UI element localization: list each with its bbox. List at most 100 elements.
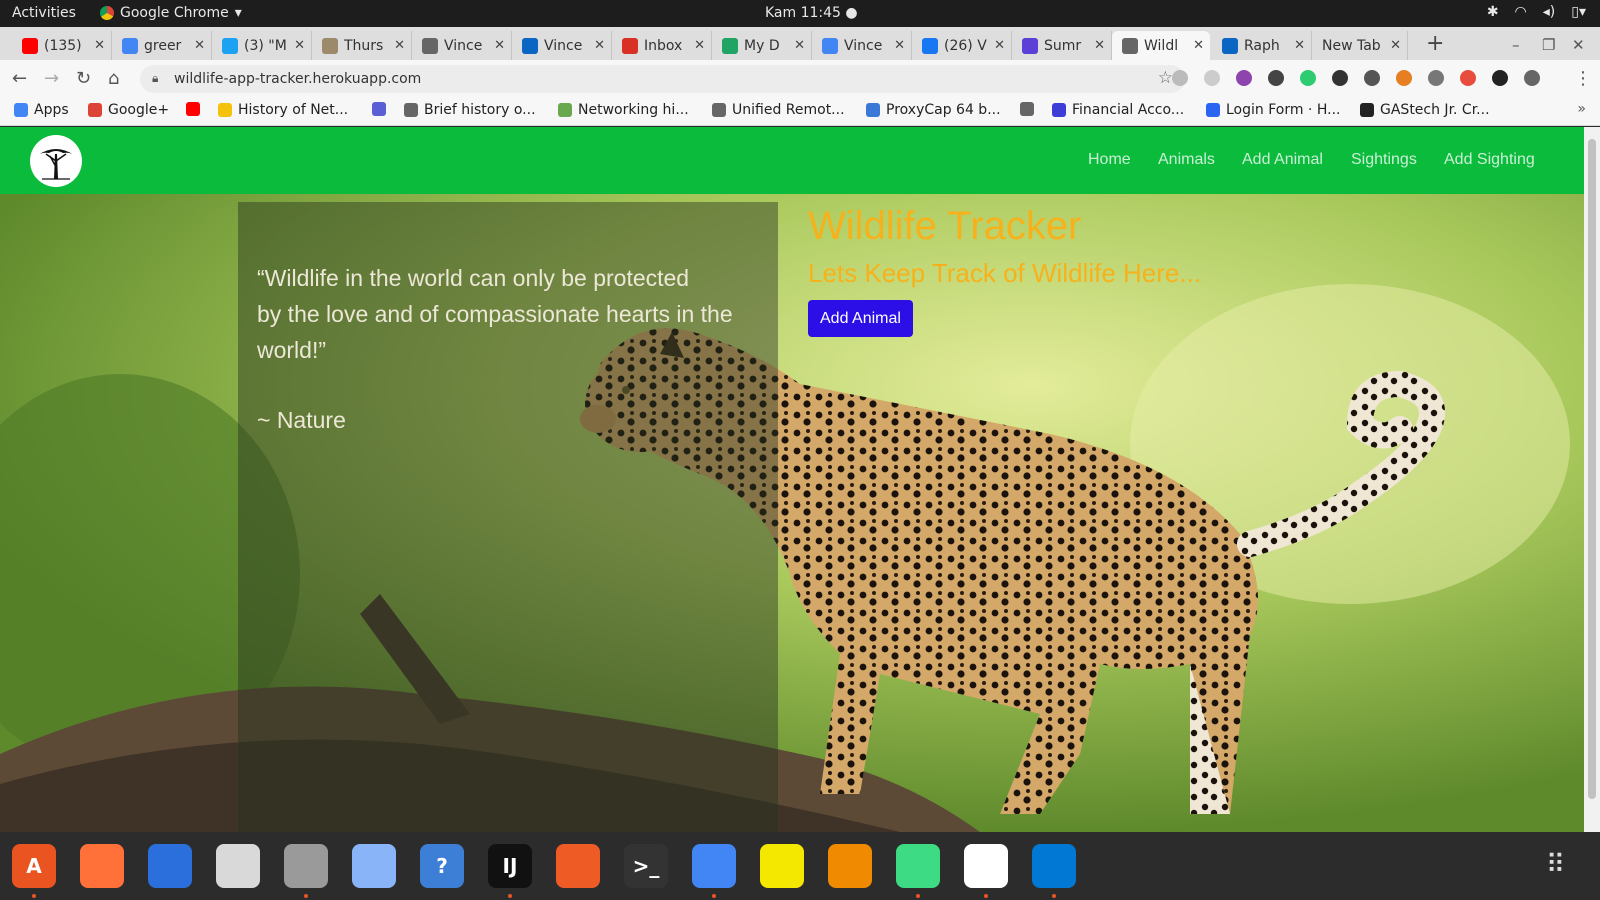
tab[interactable]: Vince ✕: [812, 31, 912, 60]
close-icon[interactable]: ✕: [994, 38, 1005, 53]
tab[interactable]: New Tab ✕: [1312, 31, 1408, 60]
tab[interactable]: Wildl ✕: [1112, 31, 1210, 60]
vscode-icon[interactable]: [1032, 844, 1076, 888]
notes-icon[interactable]: [760, 844, 804, 888]
lock-icon[interactable]: 🔒︎: [152, 71, 158, 86]
vlc-icon[interactable]: [828, 844, 872, 888]
volume-icon[interactable]: ◂): [1543, 4, 1556, 20]
tab[interactable]: Inbox ✕: [612, 31, 712, 60]
postman-icon[interactable]: [556, 844, 600, 888]
image-viewer-icon[interactable]: [352, 844, 396, 888]
add-animal-button[interactable]: Add Animal: [808, 300, 913, 337]
extension-icon[interactable]: [1492, 70, 1508, 86]
rhythmbox-icon[interactable]: [216, 844, 260, 888]
grammarly-icon[interactable]: [1300, 70, 1316, 86]
address-bar[interactable]: 🔒︎ wildlife-app-tracker.herokuapp.com ☆: [140, 65, 1185, 93]
nav-link-add-animal[interactable]: Add Animal: [1242, 151, 1323, 169]
extension-icon[interactable]: [1428, 70, 1444, 86]
minimize-icon[interactable]: –: [1512, 36, 1520, 54]
close-icon[interactable]: ✕: [194, 38, 205, 53]
extension-icon[interactable]: [1236, 70, 1252, 86]
site-logo[interactable]: [30, 135, 82, 187]
home-icon[interactable]: ⌂: [108, 68, 119, 89]
forward-icon[interactable]: →: [44, 68, 59, 89]
bookmark-item[interactable]: Unified Remot...: [712, 102, 845, 118]
extension-icon[interactable]: [1460, 70, 1476, 86]
extension-icon[interactable]: [1364, 70, 1380, 86]
bookmark-item[interactable]: History of Net...: [218, 102, 348, 118]
network-icon[interactable]: ✱: [1487, 4, 1499, 20]
tab[interactable]: greer ✕: [112, 31, 212, 60]
close-icon[interactable]: ✕: [394, 38, 405, 53]
bookmark-item[interactable]: Financial Acco...: [1052, 102, 1184, 118]
reload-icon[interactable]: ↻: [76, 68, 91, 89]
close-icon[interactable]: ✕: [894, 38, 905, 53]
close-icon[interactable]: ✕: [594, 38, 605, 53]
scrollbar-thumb[interactable]: [1588, 139, 1596, 799]
tab[interactable]: (3) "M ✕: [212, 31, 312, 60]
chrome-icon[interactable]: [692, 844, 736, 888]
nav-link-animals[interactable]: Animals: [1158, 151, 1215, 169]
tab[interactable]: Sumr ✕: [1012, 31, 1112, 60]
intellij-icon[interactable]: IJ: [488, 844, 532, 888]
files-icon[interactable]: [284, 844, 328, 888]
activities-button[interactable]: Activities: [12, 5, 76, 21]
url-text[interactable]: wildlife-app-tracker.herokuapp.com: [174, 71, 421, 87]
terminal-icon[interactable]: >_: [624, 844, 668, 888]
bookmark-star-icon[interactable]: ☆: [1158, 68, 1173, 88]
tab[interactable]: Thurs ✕: [312, 31, 412, 60]
close-window-icon[interactable]: ✕: [1572, 36, 1585, 54]
bookmark-item[interactable]: Networking hi...: [558, 102, 689, 118]
restore-icon[interactable]: ❐: [1542, 36, 1555, 54]
close-icon[interactable]: ✕: [1094, 38, 1105, 53]
extension-icon[interactable]: [1172, 70, 1188, 86]
bookmark-item[interactable]: [186, 102, 200, 116]
bookmark-item[interactable]: Brief history o...: [404, 102, 536, 118]
slack-icon[interactable]: [964, 844, 1008, 888]
more-bookmarks-icon[interactable]: »: [1577, 101, 1586, 117]
profile-avatar[interactable]: [1524, 70, 1540, 86]
bookmark-item[interactable]: [372, 102, 386, 116]
close-icon[interactable]: ✕: [1193, 38, 1204, 53]
extension-icon[interactable]: [1204, 70, 1220, 86]
nav-link-sightings[interactable]: Sightings: [1351, 151, 1417, 169]
android-studio-icon[interactable]: [896, 844, 940, 888]
tab[interactable]: Raph ✕: [1212, 31, 1312, 60]
extension-icon[interactable]: [1396, 70, 1412, 86]
close-icon[interactable]: ✕: [294, 38, 305, 53]
close-icon[interactable]: ✕: [794, 38, 805, 53]
tab[interactable]: (26) V ✕: [912, 31, 1012, 60]
system-tray[interactable]: ✱ ◠ ◂) ▯▾: [1487, 4, 1586, 20]
bookmark-item[interactable]: Google+: [88, 102, 169, 118]
thunderbird-icon[interactable]: [148, 844, 192, 888]
extension-icon[interactable]: [1268, 70, 1284, 86]
bookmark-item[interactable]: Login Form · H...: [1206, 102, 1340, 118]
new-tab-button[interactable]: +: [1426, 31, 1444, 56]
close-icon[interactable]: ✕: [94, 38, 105, 53]
app-menu[interactable]: Google Chrome ▾: [100, 5, 242, 21]
cube-icon[interactable]: [1332, 70, 1348, 86]
tab[interactable]: My D ✕: [712, 31, 812, 60]
clock[interactable]: Kam 11:45 ●: [765, 5, 858, 21]
page-scrollbar[interactable]: [1584, 127, 1600, 832]
nav-link-home[interactable]: Home: [1088, 151, 1131, 169]
close-icon[interactable]: ✕: [694, 38, 705, 53]
close-icon[interactable]: ✕: [494, 38, 505, 53]
bookmark-item[interactable]: Apps: [14, 102, 69, 118]
menu-icon[interactable]: ⋮: [1574, 68, 1592, 89]
wifi-icon[interactable]: ◠: [1515, 4, 1527, 20]
show-applications-icon[interactable]: ⠿: [1546, 850, 1565, 880]
back-icon[interactable]: ←: [12, 68, 27, 89]
nav-link-add-sighting[interactable]: Add Sighting: [1444, 151, 1535, 169]
software-center-icon[interactable]: A: [12, 844, 56, 888]
bookmark-item[interactable]: GAStech Jr. Cr...: [1360, 102, 1490, 118]
firefox-icon[interactable]: [80, 844, 124, 888]
tab[interactable]: Vince ✕: [412, 31, 512, 60]
tab[interactable]: Vince ✕: [512, 31, 612, 60]
close-icon[interactable]: ✕: [1294, 38, 1305, 53]
close-icon[interactable]: ✕: [1390, 38, 1401, 53]
bookmark-item[interactable]: ProxyCap 64 b...: [866, 102, 1001, 118]
bookmark-item[interactable]: [1020, 102, 1034, 116]
battery-icon[interactable]: ▯▾: [1571, 4, 1586, 20]
help-icon[interactable]: ?: [420, 844, 464, 888]
